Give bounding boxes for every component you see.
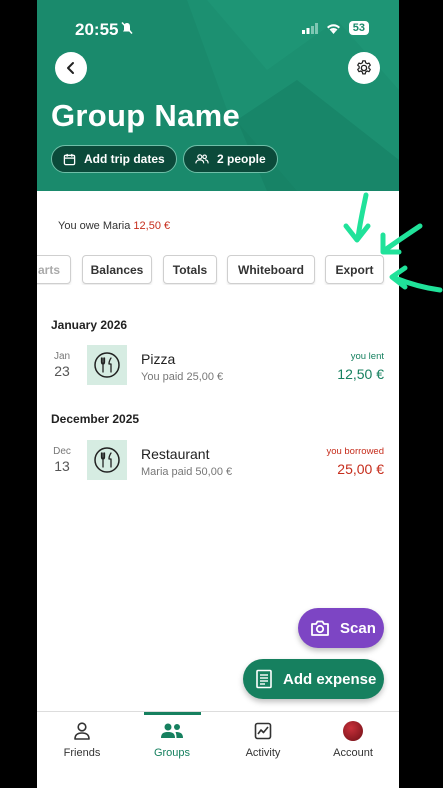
bottom-navigation: Friends Groups Activity Account: [37, 711, 399, 788]
expense-date: Dec 13: [49, 446, 75, 474]
expense-date-month: Dec: [53, 446, 71, 457]
signal-icon: [301, 22, 318, 34]
gear-icon: [357, 60, 371, 75]
month-heading: January 2026: [51, 318, 128, 332]
avatar: [343, 721, 363, 741]
person-icon: [74, 722, 90, 740]
annotation-arrows: [343, 192, 443, 293]
chevron-left-icon: [67, 62, 74, 74]
nav-groups[interactable]: Groups: [127, 712, 217, 772]
status-bar: 20:55 53: [37, 18, 399, 42]
balance-amount: 12,50 €: [133, 220, 171, 232]
add-trip-dates-label: Add trip dates: [84, 152, 165, 166]
nav-friends[interactable]: Friends: [37, 712, 127, 772]
nav-activity[interactable]: Activity: [218, 712, 308, 772]
expense-date-day: 13: [54, 458, 70, 474]
tab-whiteboard[interactable]: Whiteboard: [227, 255, 315, 284]
expense-date: Jan 23: [49, 351, 75, 379]
status-indicators: 53: [301, 21, 369, 35]
nav-friends-label: Friends: [63, 747, 101, 759]
people-icon: [195, 154, 209, 164]
fork-knife-icon: [87, 440, 127, 480]
settings-button[interactable]: [348, 52, 380, 84]
group-members-button[interactable]: 2 people: [183, 145, 278, 173]
tab-balances[interactable]: Balances: [82, 255, 152, 284]
expense-title: Restaurant: [141, 446, 210, 462]
balance-summary: You owe Maria 12,50 €: [58, 220, 170, 232]
expense-title: Pizza: [141, 351, 176, 367]
mute-icon: [120, 21, 134, 40]
scan-label: Scan: [340, 619, 376, 637]
expense-payer: You paid 25,00 €: [141, 371, 224, 383]
tab-charts[interactable]: arts: [37, 255, 71, 284]
expense-date-day: 23: [54, 363, 70, 379]
group-icon: [161, 723, 183, 738]
expense-payer: Maria paid 50,00 €: [141, 466, 233, 478]
battery-indicator: 53: [348, 21, 369, 35]
group-members-label: 2 people: [217, 152, 266, 166]
group-title: Group Name: [51, 98, 241, 133]
expense-amount: 12,50 €: [337, 366, 384, 382]
back-button[interactable]: [55, 52, 87, 84]
expense-status: you borrowed: [326, 446, 384, 457]
nav-activity-label: Activity: [245, 747, 281, 759]
nav-account[interactable]: Account: [308, 712, 398, 772]
wifi-icon: [326, 23, 340, 34]
calendar-icon: [63, 153, 76, 165]
expense-row[interactable]: Dec 13 Restaurant Maria paid 50,00 € you…: [37, 440, 399, 486]
expense-amount: 25,00 €: [337, 461, 384, 477]
add-trip-dates-button[interactable]: Add trip dates: [51, 145, 177, 173]
expense-status: you lent: [350, 351, 384, 362]
month-heading: December 2025: [51, 412, 140, 426]
nav-account-label: Account: [333, 747, 373, 759]
status-time: 20:55: [75, 20, 119, 39]
fork-knife-icon: [87, 345, 127, 385]
balance-text: You owe Maria: [58, 220, 131, 232]
nav-groups-label: Groups: [153, 747, 191, 759]
receipt-icon: [256, 669, 272, 689]
scan-button[interactable]: Scan: [298, 608, 384, 648]
group-header: 20:55 53 Group Name Add trip dates 2 peo…: [37, 0, 399, 191]
camera-icon: [311, 620, 329, 636]
expense-date-month: Jan: [53, 351, 71, 362]
tab-totals[interactable]: Totals: [163, 255, 217, 284]
app-screen: 20:55 53 Group Name Add trip dates 2 peo…: [37, 0, 399, 788]
add-expense-button[interactable]: Add expense: [243, 659, 384, 699]
expense-row[interactable]: Jan 23 Pizza You paid 25,00 € you lent 1…: [37, 345, 399, 391]
add-expense-label: Add expense: [283, 670, 377, 688]
activity-icon: [254, 722, 272, 740]
